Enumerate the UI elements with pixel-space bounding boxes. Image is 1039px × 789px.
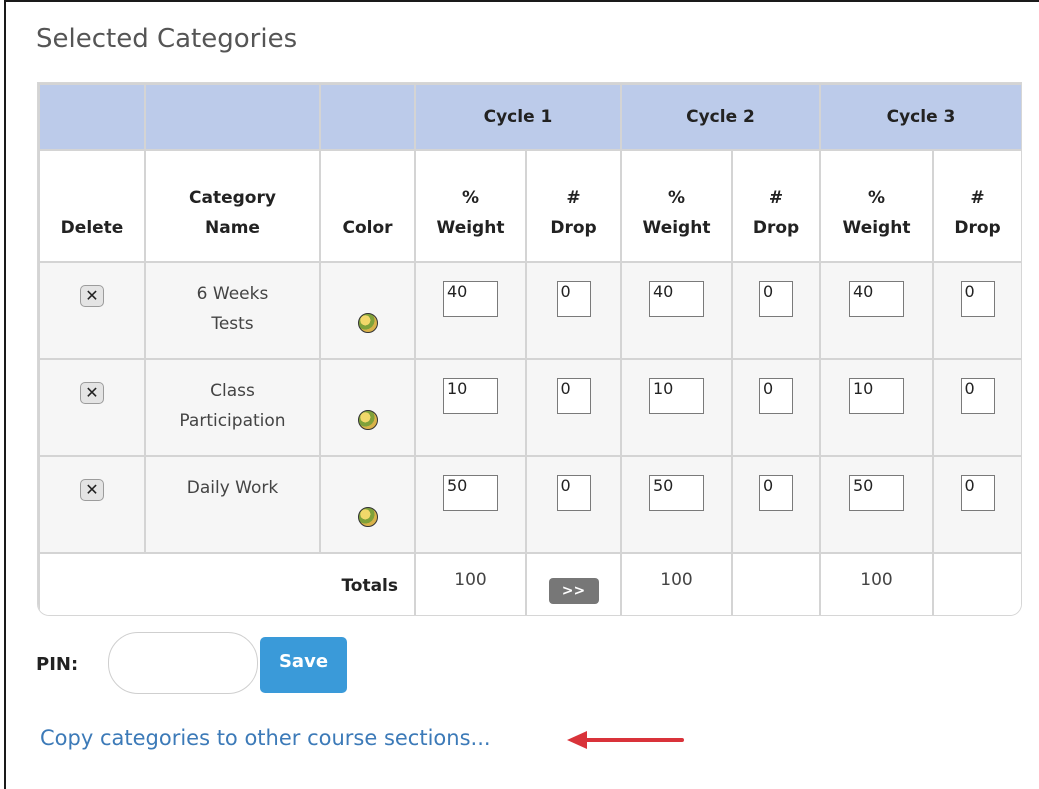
weight-cell: 50 xyxy=(620,455,733,554)
drop-cell: 0 xyxy=(932,455,1021,554)
delete-cell: ✕ xyxy=(38,455,146,554)
drop-cell: 0 xyxy=(525,261,622,360)
delete-cell: ✕ xyxy=(38,358,146,457)
category-name-cell: 6 Weeks Tests xyxy=(144,261,321,360)
window-top-border xyxy=(4,0,1039,2)
cycle-2-drop-input[interactable]: 0 xyxy=(759,475,793,511)
cycle-1-weight-header: % Weight xyxy=(414,149,527,263)
category-name: Daily Work xyxy=(186,478,279,498)
blank-total-cell xyxy=(731,552,821,615)
cycle-1-drop-header: # Drop xyxy=(525,149,622,263)
close-icon: ✕ xyxy=(85,286,99,305)
header-blank-color xyxy=(319,83,416,151)
delete-button[interactable]: ✕ xyxy=(80,479,104,501)
color-column-header: Color xyxy=(319,149,416,263)
cycle-3-drop-input[interactable]: 0 xyxy=(960,281,995,317)
drop-cell: 0 xyxy=(731,261,821,360)
cycle-2-weight-header: % Weight xyxy=(620,149,733,263)
category-name: 6 Weeks Tests xyxy=(196,284,269,334)
cycle-1-header: Cycle 1 xyxy=(414,83,622,151)
cycle-3-weight-input[interactable]: 50 xyxy=(849,475,904,511)
cycle-1-drop-input[interactable]: 0 xyxy=(556,475,591,511)
cycle-3-weight-header: % Weight xyxy=(819,149,934,263)
copy-cell: >> xyxy=(525,552,622,615)
cycle-1-total-value: 100 xyxy=(454,570,487,590)
table-row: ✕ Class Participation 10 0 10 0 10 0 xyxy=(38,358,1021,457)
cycle-2-drop-input[interactable]: 0 xyxy=(759,378,793,414)
cycle-1-drop-input[interactable]: 0 xyxy=(556,378,591,414)
cycle-3-weight-input[interactable]: 10 xyxy=(849,378,904,414)
drop-cell: 0 xyxy=(731,358,821,457)
weight-cell: 10 xyxy=(414,358,527,457)
delete-column-header: Delete xyxy=(38,149,146,263)
table-row: ✕ 6 Weeks Tests 40 0 40 0 40 0 xyxy=(38,261,1021,360)
window-left-border xyxy=(4,0,6,789)
color-cell xyxy=(319,455,416,554)
weight-cell: 40 xyxy=(414,261,527,360)
cycle-2-drop-input[interactable]: 0 xyxy=(759,281,793,317)
header-blank-delete xyxy=(38,83,146,151)
section-title: Selected Categories xyxy=(36,24,298,54)
weight-cell: 50 xyxy=(414,455,527,554)
column-header-row: Delete Category Name Color % Weight # Dr… xyxy=(38,149,1021,263)
table-row: ✕ Daily Work 50 0 50 0 50 0 xyxy=(38,455,1021,554)
palette-icon[interactable] xyxy=(357,410,378,430)
drop-cell: 0 xyxy=(731,455,821,554)
header-blank-name xyxy=(144,83,321,151)
totals-label: Totals xyxy=(38,552,416,615)
category-name-column-header: Category Name xyxy=(144,149,321,263)
close-icon: ✕ xyxy=(85,383,99,402)
copy-weights-button[interactable]: >> xyxy=(548,578,599,604)
cycle-2-header: Cycle 2 xyxy=(620,83,821,151)
cycle-1-weight-input[interactable]: 50 xyxy=(443,475,498,511)
pin-input[interactable] xyxy=(108,632,258,694)
save-button[interactable]: Save xyxy=(260,637,347,693)
categories-table: Cycle 1 Cycle 2 Cycle 3 Delete Category … xyxy=(38,83,1021,615)
weight-cell: 10 xyxy=(620,358,733,457)
cycle-2-weight-input[interactable]: 10 xyxy=(649,378,704,414)
palette-icon[interactable] xyxy=(357,313,378,333)
cycle-3-drop-input[interactable]: 0 xyxy=(960,378,995,414)
cycle-1-weight-input[interactable]: 10 xyxy=(443,378,498,414)
cycle-3-drop-header: # Drop xyxy=(932,149,1021,263)
weight-cell: 40 xyxy=(819,261,934,360)
cycle-1-drop-input[interactable]: 0 xyxy=(556,281,591,317)
pin-label: PIN: xyxy=(36,654,79,675)
cycle-1-total: 100 xyxy=(414,552,527,615)
category-name-cell: Daily Work xyxy=(144,455,321,554)
weight-cell: 40 xyxy=(620,261,733,360)
color-cell xyxy=(319,261,416,360)
cycle-header-row: Cycle 1 Cycle 2 Cycle 3 xyxy=(38,83,1021,151)
delete-button[interactable]: ✕ xyxy=(80,285,104,307)
palette-icon[interactable] xyxy=(357,507,378,527)
drop-cell: 0 xyxy=(932,358,1021,457)
cycle-3-total-value: 100 xyxy=(860,570,893,590)
cycle-2-weight-input[interactable]: 50 xyxy=(649,475,704,511)
category-name: Class Participation xyxy=(179,381,286,431)
cycle-3-weight-input[interactable]: 40 xyxy=(849,281,904,317)
cycle-3-total: 100 xyxy=(819,552,934,615)
delete-cell: ✕ xyxy=(38,261,146,360)
cycle-3-drop-input[interactable]: 0 xyxy=(960,475,995,511)
close-icon: ✕ xyxy=(85,480,99,499)
categories-table-container: Cycle 1 Cycle 2 Cycle 3 Delete Category … xyxy=(37,82,1022,616)
cycle-2-weight-input[interactable]: 40 xyxy=(649,281,704,317)
color-cell xyxy=(319,358,416,457)
delete-button[interactable]: ✕ xyxy=(80,382,104,404)
category-name-cell: Class Participation xyxy=(144,358,321,457)
drop-cell: 0 xyxy=(525,455,622,554)
totals-row: Totals 100 >> 100 100 xyxy=(38,552,1021,615)
copy-categories-link[interactable]: Copy categories to other course sections… xyxy=(40,726,491,750)
cycle-3-header: Cycle 3 xyxy=(819,83,1021,151)
cycle-2-drop-header: # Drop xyxy=(731,149,821,263)
arrow-line xyxy=(584,738,684,742)
drop-cell: 0 xyxy=(932,261,1021,360)
drop-cell: 0 xyxy=(525,358,622,457)
weight-cell: 10 xyxy=(819,358,934,457)
blank-total-cell xyxy=(932,552,1021,615)
weight-cell: 50 xyxy=(819,455,934,554)
cycle-1-weight-input[interactable]: 40 xyxy=(443,281,498,317)
cycle-2-total: 100 xyxy=(620,552,733,615)
cycle-2-total-value: 100 xyxy=(660,570,693,590)
